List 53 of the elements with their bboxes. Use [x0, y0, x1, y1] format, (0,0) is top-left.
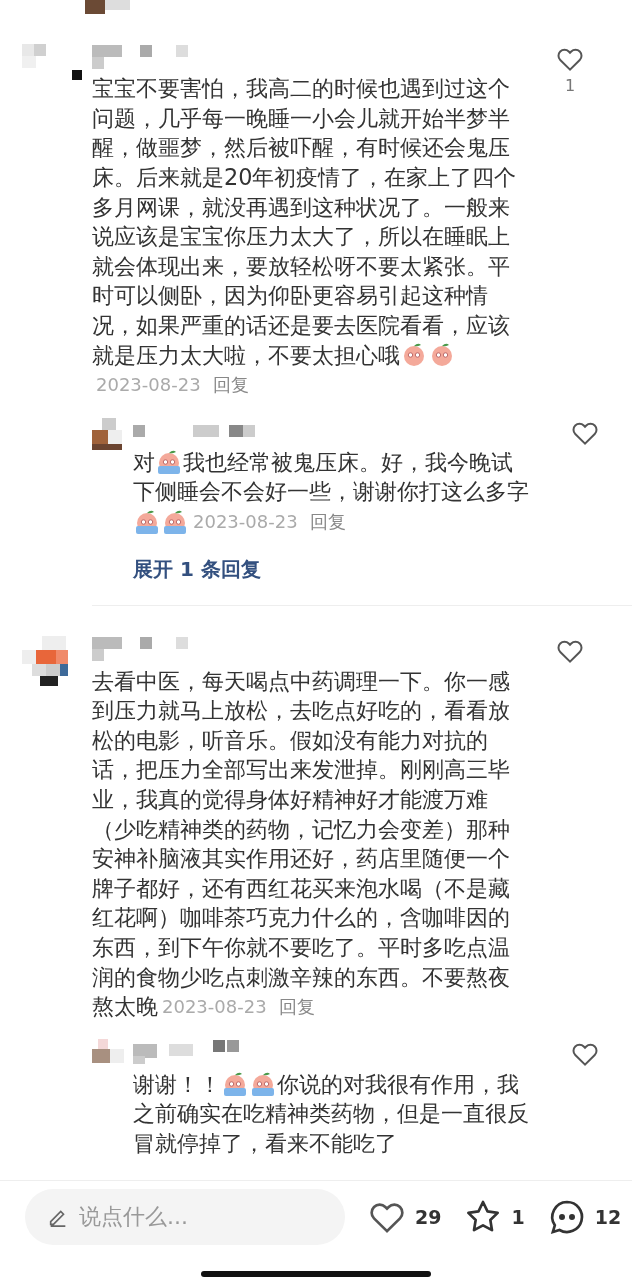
- comment-text: 你说的对我很有作用，我: [277, 1069, 519, 1099]
- comment-text: 红花啊）咖啡茶巧克力什么的，含咖啡因的: [92, 903, 510, 933]
- comment-date: 2023-08-23: [193, 511, 298, 532]
- reply-link[interactable]: 回复: [278, 994, 315, 1019]
- comment-text: 就是压力太大啦，不要太担心哦: [92, 340, 400, 370]
- peach-emoji-icon: [401, 342, 427, 369]
- crying-peach-emoji-icon: [222, 1071, 248, 1098]
- comment-text: 业，我真的觉得身体好精神好才能渡万难: [92, 785, 488, 814]
- comment-text: 下侧睡会不会好一些，谢谢你打这么多字: [133, 477, 529, 507]
- avatar: [92, 1039, 124, 1064]
- comment-date: 2023-08-23: [96, 374, 201, 396]
- comment-text: 到压力就马上放松，去吃点好吃的，看看放: [92, 696, 510, 726]
- comment-text: 我也经常被鬼压床。好，我今晚试: [183, 447, 513, 477]
- comment-text: 安神补脑液其实作用还好，药店里随便一个: [92, 844, 510, 874]
- comment-text: 东西，到下午你就不要吃了。平时多吃点温: [92, 932, 510, 962]
- reply-link[interactable]: 回复: [212, 372, 249, 397]
- crying-peach-emoji-icon: [162, 508, 188, 535]
- star-count: 1: [511, 1206, 525, 1228]
- comment-text: 时可以侧卧，因为仰卧更容易引起这种情: [92, 281, 488, 311]
- like-count: 29: [415, 1206, 442, 1228]
- comment-date: 2023-08-23: [162, 996, 267, 1018]
- comment-text: 之前确实在吃精神类药物，但是一直很反: [133, 1099, 529, 1129]
- avatar: [85, 0, 130, 14]
- avatar: [22, 636, 68, 687]
- comment-text: （少吃精神类的药物，记忆力会变差）那种: [92, 814, 510, 844]
- comment-text: 醒，做噩梦，然后被吓醒，有时候还会鬼压: [92, 133, 510, 163]
- comment-text: 松的电影，听音乐。假如没有能力对抗的: [92, 725, 488, 755]
- comment-text: 牌子都好，还有西红花买来泡水喝（不是藏: [92, 873, 510, 903]
- comment-text: 冒就停掉了，看来不能吃了: [133, 1128, 397, 1158]
- crying-peach-emoji-icon: [134, 508, 160, 535]
- comment-text: 润的食物少吃点刺激辛辣的东西。不要熬夜: [92, 962, 510, 992]
- comment-text: 去看中医，每天喝点中药调理一下。你一感: [92, 666, 510, 696]
- comment-count: 12: [594, 1206, 622, 1228]
- like-count: 1: [564, 76, 576, 95]
- comment-text: 熬太晚: [92, 992, 158, 1022]
- comment-input[interactable]: 说点什么...: [25, 1189, 345, 1245]
- comment-text: 问题，几乎每一晚睡一小会儿就开始半梦半: [92, 103, 510, 133]
- crying-peach-emoji-icon: [250, 1071, 276, 1098]
- expand-replies-link[interactable]: 展开 1 条回复: [133, 556, 261, 584]
- comment-text: 话，把压力全部写出来发泄掉。刚刚高三毕: [92, 755, 510, 785]
- comment-text: 就会体现出来，要放轻松呀不要太紧张。平: [92, 251, 510, 281]
- comment-text: 多月网课，就没再遇到这种状况了。一般来: [92, 192, 510, 222]
- reply-link[interactable]: 回复: [309, 509, 346, 534]
- peach-emoji-icon: [429, 342, 455, 369]
- comment-text: 况，如果严重的话还是要去医院看看，应该: [92, 311, 510, 341]
- crying-peach-emoji-icon: [156, 449, 182, 476]
- avatar: [22, 44, 82, 80]
- comment-text: 谢谢！！: [133, 1069, 221, 1099]
- comment-text: 床。后来就是20年初疫情了，在家上了四个: [92, 163, 517, 193]
- comment-text: 宝宝不要害怕，我高二的时候也遇到过这个: [92, 74, 510, 104]
- comment-text: 对: [133, 447, 155, 477]
- avatar: [92, 417, 122, 450]
- comment-text: 说应该是宝宝你压力太大了，所以在睡眠上: [92, 222, 510, 252]
